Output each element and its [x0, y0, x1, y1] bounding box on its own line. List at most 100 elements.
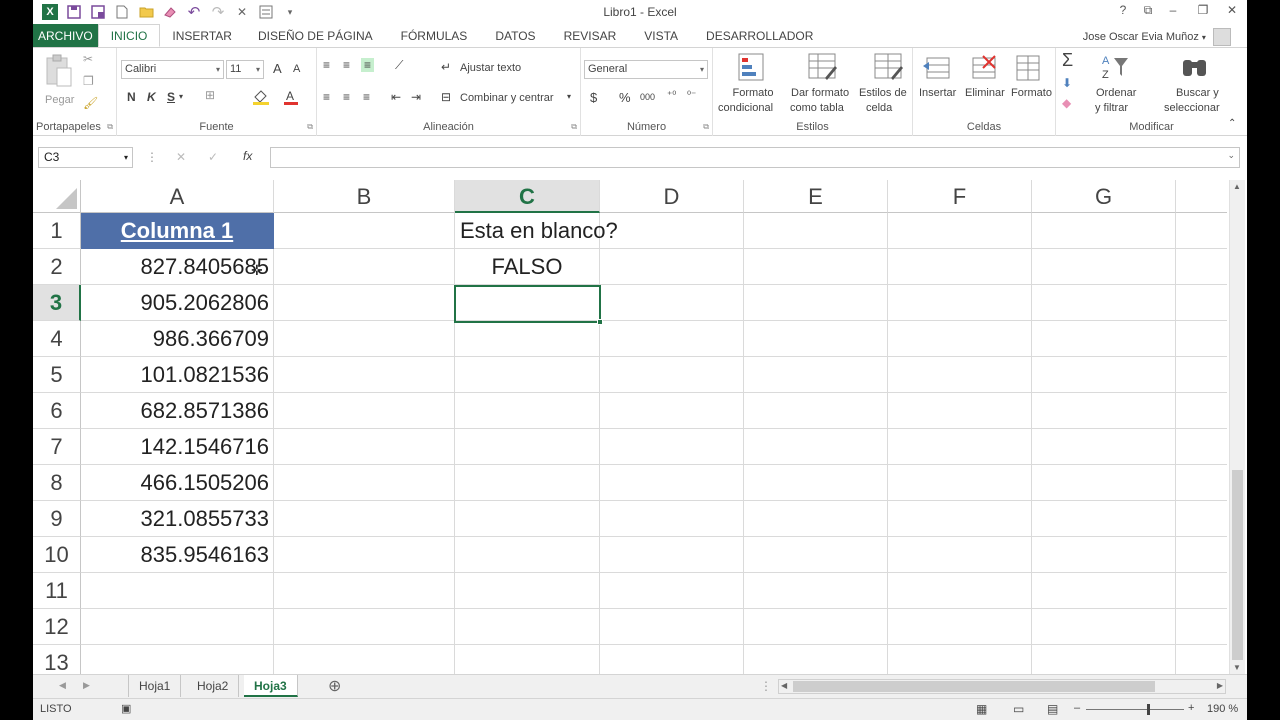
cell-f5[interactable] — [888, 357, 1032, 393]
close-button[interactable]: ✕ — [1223, 3, 1241, 17]
column-header-f[interactable]: F — [888, 180, 1032, 213]
clipboard-launcher-icon[interactable]: ⧉ — [107, 122, 113, 132]
align-middle-icon[interactable]: ≡ — [343, 58, 350, 72]
cell-g6[interactable] — [1032, 393, 1176, 429]
cell-d5[interactable] — [600, 357, 744, 393]
row-header-5[interactable]: 5 — [33, 357, 81, 393]
row-header-1[interactable]: 1 — [33, 213, 81, 249]
cell-f9[interactable] — [888, 501, 1032, 537]
column-header-g[interactable]: G — [1032, 180, 1176, 213]
cell-d6[interactable] — [600, 393, 744, 429]
cell-e4[interactable] — [744, 321, 888, 357]
column-header-c[interactable]: C — [455, 180, 600, 213]
cell-g4[interactable] — [1032, 321, 1176, 357]
sheet-tab-hoja3[interactable]: Hoja3 — [244, 675, 298, 697]
sheet-tab-hoja2[interactable]: Hoja2 — [187, 675, 240, 697]
alignment-launcher-icon[interactable]: ⧉ — [571, 122, 577, 132]
zoom-out-icon[interactable]: – — [1074, 702, 1080, 714]
tab-diseno-pagina[interactable]: DISEÑO DE PÁGINA — [244, 24, 387, 47]
cell-b2[interactable] — [274, 249, 455, 285]
cell-c13[interactable] — [455, 645, 600, 674]
cell-a11[interactable] — [81, 573, 274, 609]
cell-f6[interactable] — [888, 393, 1032, 429]
row-header-11[interactable]: 11 — [33, 573, 81, 609]
row-header-8[interactable]: 8 — [33, 465, 81, 501]
thousands-button[interactable]: 000 — [640, 92, 655, 102]
column-header-e[interactable]: E — [744, 180, 888, 213]
restore-button[interactable]: ❐ — [1194, 3, 1212, 17]
cell-f4[interactable] — [888, 321, 1032, 357]
cell-h10[interactable] — [1176, 537, 1227, 573]
currency-button[interactable]: $ — [590, 90, 597, 105]
zoom-level[interactable]: 190 % — [1207, 703, 1238, 715]
increase-indent-icon[interactable]: ⇥ — [411, 90, 421, 104]
italic-button[interactable]: K — [147, 90, 156, 104]
zoom-slider[interactable] — [1086, 709, 1184, 710]
grow-font-button[interactable]: A — [273, 61, 282, 76]
paste-button[interactable]: Pegar — [43, 54, 77, 106]
cell-e13[interactable] — [744, 645, 888, 674]
cell-f7[interactable] — [888, 429, 1032, 465]
cut-icon[interactable]: ✂ — [83, 52, 93, 66]
tab-desarrollador[interactable]: DESARROLLADOR — [692, 24, 827, 47]
scroll-left-icon[interactable]: ◀ — [781, 681, 787, 690]
cell-a4[interactable]: 986.366709 — [81, 321, 274, 357]
column-header-h[interactable] — [1176, 180, 1227, 213]
active-cell-outline[interactable] — [454, 285, 603, 325]
cell-f3[interactable] — [888, 285, 1032, 321]
cell-h7[interactable] — [1176, 429, 1227, 465]
cell-h9[interactable] — [1176, 501, 1227, 537]
cell-e8[interactable] — [744, 465, 888, 501]
ribbon-display-icon[interactable]: ⧉ — [1139, 3, 1157, 18]
cell-d10[interactable] — [600, 537, 744, 573]
cell-b4[interactable] — [274, 321, 455, 357]
cell-d7[interactable] — [600, 429, 744, 465]
cell-f2[interactable] — [888, 249, 1032, 285]
cell-g10[interactable] — [1032, 537, 1176, 573]
cell-a3[interactable]: 905.2062806 — [81, 285, 274, 321]
column-header-d[interactable]: D — [600, 180, 744, 213]
insert-function-icon[interactable]: fx — [243, 149, 252, 163]
percent-button[interactable]: % — [619, 90, 631, 105]
cell-h13[interactable] — [1176, 645, 1227, 674]
cell-g11[interactable] — [1032, 573, 1176, 609]
horizontal-scroll-thumb[interactable] — [793, 681, 1155, 692]
cell-f10[interactable] — [888, 537, 1032, 573]
cell-b7[interactable] — [274, 429, 455, 465]
cell-h12[interactable] — [1176, 609, 1227, 645]
cell-g5[interactable] — [1032, 357, 1176, 393]
tab-archivo[interactable]: ARCHIVO — [33, 24, 98, 47]
scroll-right-icon[interactable]: ▶ — [1217, 681, 1223, 690]
cell-a7[interactable]: 142.1546716 — [81, 429, 274, 465]
cell-g8[interactable] — [1032, 465, 1176, 501]
tab-revisar[interactable]: REVISAR — [550, 24, 631, 47]
fill-color-icon[interactable] — [252, 88, 270, 109]
cell-b13[interactable] — [274, 645, 455, 674]
cell-a2[interactable]: 827.8405685 — [81, 249, 274, 285]
align-bottom-icon[interactable]: ≡ — [361, 58, 375, 72]
bold-button[interactable]: N — [127, 90, 136, 104]
name-box[interactable]: C3 ▾ — [38, 147, 133, 168]
fill-icon[interactable]: ⬇ — [1062, 76, 1072, 90]
cell-c10[interactable] — [455, 537, 600, 573]
cell-h11[interactable] — [1176, 573, 1227, 609]
user-account[interactable]: Jose Oscar Evia Muñoz ▾ — [1083, 28, 1231, 46]
scroll-sheets-right-icon[interactable]: ▶ — [83, 680, 90, 691]
row-header-12[interactable]: 12 — [33, 609, 81, 645]
worksheet-grid[interactable]: A B C D E F G 1 Columna 1 Esta en blanco? 2… — [33, 180, 1227, 674]
cell-g3[interactable] — [1032, 285, 1176, 321]
cell-c7[interactable] — [455, 429, 600, 465]
zoom-slider-thumb[interactable] — [1147, 704, 1150, 715]
cell-h8[interactable] — [1176, 465, 1227, 501]
cell-c1[interactable]: Esta en blanco? — [455, 213, 618, 249]
cell-b8[interactable] — [274, 465, 455, 501]
cell-f13[interactable] — [888, 645, 1032, 674]
row-header-2[interactable]: 2 — [33, 249, 81, 285]
cell-e12[interactable] — [744, 609, 888, 645]
orientation-icon[interactable]: ⟋ — [395, 58, 403, 73]
align-left-icon[interactable]: ≡ — [323, 90, 330, 104]
cell-a5[interactable]: 101.0821536 — [81, 357, 274, 393]
cell-g13[interactable] — [1032, 645, 1176, 674]
cell-c12[interactable] — [455, 609, 600, 645]
select-all-button[interactable] — [33, 180, 81, 213]
